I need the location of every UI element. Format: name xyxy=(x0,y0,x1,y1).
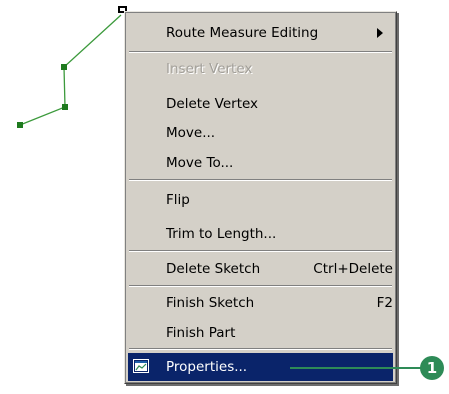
menu-item-trim-to-length[interactable]: Trim to Length... xyxy=(128,220,393,248)
callout-badge: 1 xyxy=(420,356,444,380)
menu-separator xyxy=(129,348,392,350)
menu-item-shortcut: Ctrl+Delete xyxy=(313,261,393,277)
menu-item-insert-vertex: Insert Vertex xyxy=(128,55,393,83)
menu-item-shortcut: F2 xyxy=(376,295,393,311)
menu-item-properties[interactable]: Properties... xyxy=(128,353,393,381)
menu-item-move[interactable]: Move... xyxy=(128,119,393,147)
menu-separator xyxy=(129,179,392,181)
menu-item-label: Finish Sketch xyxy=(166,295,255,311)
menu-separator xyxy=(129,250,392,252)
menu-item-label: Insert Vertex xyxy=(166,61,253,77)
properties-icon xyxy=(133,359,149,373)
sketch-vertex[interactable] xyxy=(61,64,67,70)
menu-separator xyxy=(129,51,392,53)
menu-item-delete-vertex[interactable]: Delete Vertex xyxy=(128,90,393,118)
menu-separator xyxy=(129,285,392,287)
sketch-vertex[interactable] xyxy=(62,104,68,110)
menu-item-flip[interactable]: Flip xyxy=(128,186,393,214)
menu-item-move-to[interactable]: Move To... xyxy=(128,149,393,177)
menu-item-label: Move... xyxy=(166,125,216,141)
menu-item-finish-sketch[interactable]: Finish Sketch F2 xyxy=(128,289,393,317)
submenu-arrow-icon xyxy=(377,28,383,38)
menu-item-label: Properties... xyxy=(166,359,248,375)
sketch-line[interactable] xyxy=(19,14,122,126)
menu-item-label: Move To... xyxy=(166,155,234,171)
context-menu: Route Measure Editing Insert Vertex Dele… xyxy=(124,11,397,384)
menu-item-label: Trim to Length... xyxy=(166,226,277,242)
menu-item-route-measure-editing[interactable]: Route Measure Editing xyxy=(128,19,393,47)
menu-item-label: Delete Sketch xyxy=(166,261,261,277)
menu-item-label: Route Measure Editing xyxy=(166,25,319,41)
menu-item-label: Flip xyxy=(166,192,190,208)
menu-item-finish-part[interactable]: Finish Part xyxy=(128,319,393,347)
menu-item-delete-sketch[interactable]: Delete Sketch Ctrl+Delete xyxy=(128,255,393,283)
sketch-vertex[interactable] xyxy=(17,122,23,128)
menu-item-label: Delete Vertex xyxy=(166,96,259,112)
menu-item-label: Finish Part xyxy=(166,325,236,341)
